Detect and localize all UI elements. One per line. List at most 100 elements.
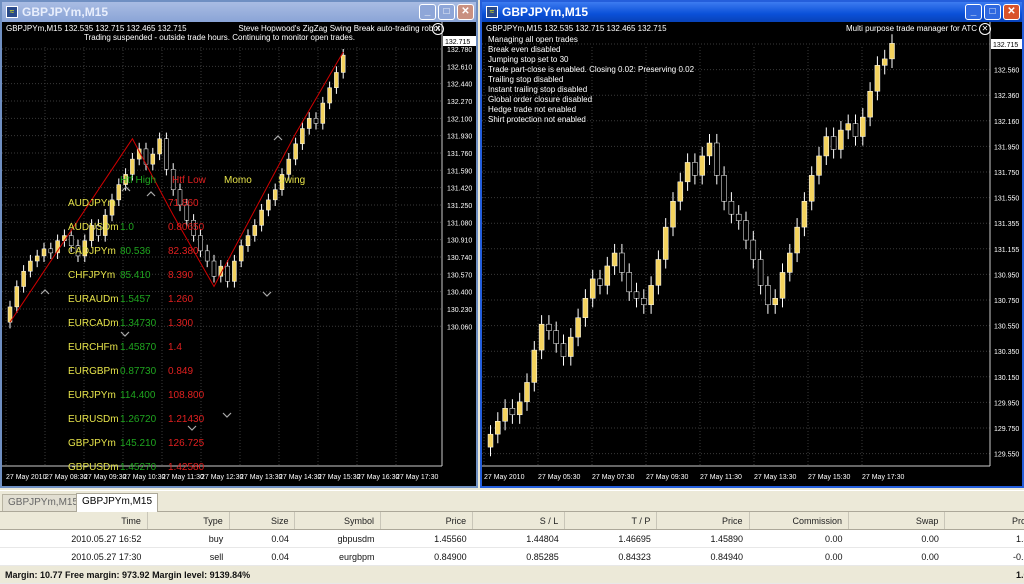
candle-body (320, 102, 326, 124)
right-window-titlebar[interactable]: ≈ GBPJPYm,M15 _ □ ✕ (482, 2, 1022, 22)
time-label: 27 May 17:30 (862, 474, 905, 481)
trade-manager-status-line: Shirt protection not enabled (488, 115, 586, 124)
column-header[interactable]: Symbol (294, 512, 381, 530)
trade-cell: 1.44804 (472, 529, 565, 548)
candle-body (116, 184, 122, 201)
right-window-title: GBPJPYm,M15 (502, 5, 589, 19)
candle-body (838, 129, 844, 150)
column-header[interactable]: Size (229, 512, 296, 530)
pair-name: CHFJPYm (68, 270, 116, 281)
left-window-title: GBPJPYm,M15 (22, 5, 109, 19)
close-button[interactable]: ✕ (1003, 4, 1020, 20)
trade-cell: eurgbpm (294, 547, 381, 566)
column-header[interactable]: T / P (564, 512, 658, 530)
candle-body (757, 259, 764, 286)
chart-window-icon: ≈ (486, 6, 498, 18)
candle-body (68, 235, 74, 246)
candle-body (509, 408, 516, 416)
trade-manager-status-line: Hedge trade not enabled (488, 105, 577, 114)
tab-chart-1[interactable]: GBPJPYm,M15 (2, 494, 85, 511)
panel-column-header: Htf High (120, 175, 157, 186)
trade-row[interactable]: 2010.05.27 16:52 buy 0.04 gbpusdm 1.45560 1.4… (0, 529, 1024, 548)
time-label: 27 May 11:30 (162, 474, 204, 481)
time-label: 27 May 15:30 (318, 474, 361, 481)
candle-body (34, 255, 40, 262)
price-label: 130.950 (994, 272, 1019, 279)
column-header[interactable]: Commission (749, 512, 849, 530)
margin-status: Margin: 10.77 Free margin: 973.92 Margin… (0, 565, 945, 584)
candle-body (648, 285, 654, 306)
terminal-panel: Time Type Size Symbol Price S / LT / P Price Co… (0, 512, 1024, 584)
column-header[interactable]: Profit (944, 512, 1024, 530)
price-label: 130.750 (994, 298, 1019, 305)
candle-body (867, 90, 873, 118)
candle-body (823, 136, 830, 157)
candle-body (531, 349, 538, 383)
left-window-titlebar[interactable]: ≈ GBPJPYm,M15 _ □ ✕ (2, 2, 476, 22)
pair-name: AUDUSDm (68, 222, 119, 233)
time-label: 27 May 13:30 (240, 474, 283, 481)
candle-body (765, 285, 771, 306)
trade-manager-status-line: Break even disabled (488, 45, 561, 54)
candle-body (611, 252, 618, 267)
close-ea-icon[interactable]: ✕ (432, 23, 444, 35)
candle-body (619, 252, 625, 273)
trade-cell: 1.45890 (656, 529, 749, 548)
price-label: 131.080 (447, 220, 472, 227)
time-label: 27 May 09:30 (84, 474, 127, 481)
column-header[interactable]: S / L (472, 512, 566, 530)
column-header[interactable]: Swap (848, 512, 946, 530)
candle-body (232, 260, 237, 282)
price-label: 131.250 (447, 203, 472, 210)
maximize-button[interactable]: □ (984, 4, 1001, 20)
pair-htf-high: 1.34730 (120, 318, 157, 329)
candle-body (293, 143, 298, 160)
minimize-button[interactable]: _ (965, 4, 982, 20)
column-header[interactable]: Price (656, 512, 750, 530)
right-chart-window[interactable]: ≈ GBPJPYm,M15 _ □ ✕ 132.715 132.560 132.36… (480, 0, 1024, 488)
trade-manager-status-line: Trade part-close is enabled. Closing 0.0… (488, 65, 695, 74)
pair-htf-low: 108.800 (168, 390, 205, 401)
price-label: 131.750 (994, 170, 1019, 177)
candle-body (779, 272, 786, 299)
candle-body (655, 259, 662, 286)
close-ea-icon[interactable]: ✕ (979, 23, 991, 35)
trade-cell: -0.23 (944, 547, 1024, 566)
pair-name: EURCHFm (68, 342, 118, 353)
column-header[interactable]: Time (0, 512, 148, 530)
tab-chart-2[interactable]: GBPJPYm,M15 (76, 493, 159, 512)
trade-cell: 0.00 (749, 529, 849, 548)
trade-cell: 0.00 (848, 529, 945, 548)
candle-body (130, 158, 135, 175)
candle-body (575, 317, 581, 338)
candle-body (684, 162, 691, 183)
pair-htf-low: 71.860 (168, 198, 199, 209)
trade-cell: 0.84900 (380, 547, 473, 566)
candle-body (340, 54, 346, 73)
pair-htf-low: 1.260 (168, 294, 194, 305)
left-chart-canvas[interactable]: 132.780 132.610 132.440 132.270 132.100 131.9… (2, 22, 476, 486)
trade-table-header: Time Type Size Symbol Price S / LT / P Price Co… (0, 512, 1024, 530)
trade-cell: 0.00 (749, 547, 849, 566)
candle-body (881, 58, 888, 66)
candle-body (164, 138, 169, 170)
pair-htf-low: 1.4 (168, 342, 182, 353)
maximize-button[interactable]: □ (438, 4, 455, 20)
price-label: 130.550 (994, 324, 1019, 331)
column-header[interactable]: Type (147, 512, 230, 530)
close-button[interactable]: ✕ (457, 4, 474, 20)
candle-body (204, 250, 210, 262)
left-chart-window[interactable]: ≈ GBPJPYm,M15 _ □ ✕ 132.780 132.610 132.44… (0, 0, 478, 488)
candle-body (538, 323, 545, 351)
column-header[interactable]: Price (380, 512, 474, 530)
price-label: 132.560 (994, 68, 1019, 75)
pair-htf-low: 126.725 (168, 438, 205, 449)
trade-cell: 0.04 (229, 529, 295, 548)
pair-htf-low: 1.42580 (168, 462, 205, 473)
minimize-button[interactable]: _ (419, 4, 436, 20)
candle-body (524, 382, 530, 403)
candle-body (721, 175, 727, 202)
trade-row[interactable]: 2010.05.27 17:30 sell 0.04 eurgbpm 0.84900 0.… (0, 547, 1024, 566)
pair-htf-high: 0.87730 (120, 366, 157, 377)
right-chart-canvas[interactable]: 132.715 132.560 132.360 132.160 131.950 131.7… (482, 22, 1022, 486)
